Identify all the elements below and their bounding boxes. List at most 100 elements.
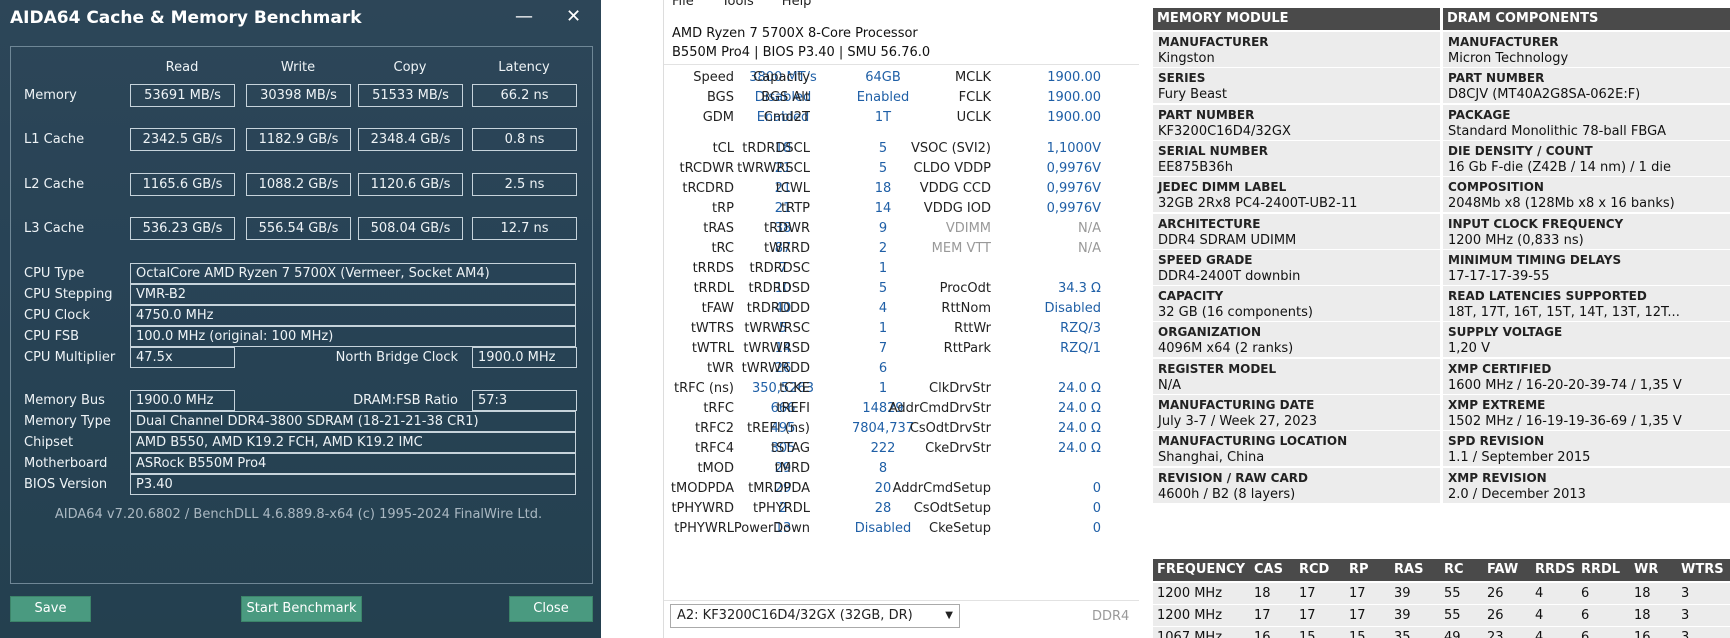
module-select-value: A2: KF3200C16D4/32GX (32GB, DR) (677, 608, 913, 623)
spd-field-key: PART NUMBER (1158, 107, 1255, 122)
spd-field-key: MANUFACTURER (1448, 35, 1559, 49)
timing-value: 34.3 Ω (1057, 281, 1101, 296)
timing-value: 0 (1092, 501, 1101, 516)
table-cell: 49 (1444, 630, 1461, 638)
timing-label: VDDG IOD (923, 201, 991, 216)
timing-label: tRDRDSC (749, 261, 810, 276)
table-column-header: FAW (1487, 562, 1519, 577)
spd-field-value: Fury Beast (1158, 87, 1227, 103)
spd-field-value: EE875B36h (1158, 159, 1233, 175)
minimize-icon[interactable]: — (515, 6, 533, 27)
window-title: AIDA64 Cache & Memory Benchmark (10, 8, 362, 28)
module-select[interactable]: A2: KF3200C16D4/32GX (32GB, DR) ▼ (670, 604, 960, 628)
bench-value: 30398 MB/s (246, 84, 351, 107)
system-info: AMD Ryzen 7 5700X 8-Core Processor B550M… (672, 24, 930, 62)
bench-row-label: Memory (24, 88, 77, 103)
timing-label: MCLK (954, 70, 991, 85)
spd-field-value: KF3200C16D4/32GX (1158, 123, 1291, 139)
timing-label: tWRWRSC (744, 321, 810, 336)
chipset-value: AMD B550, AMD K19.2 FCH, AMD K19.2 IMC (130, 432, 576, 453)
bench-value: 1165.6 GB/s (130, 173, 235, 196)
spd-field-value: 32 GB (16 components) (1158, 305, 1313, 321)
dram-components-header: DRAM COMPONENTS (1443, 8, 1730, 30)
cpu-stepping-value: VMR-B2 (130, 284, 576, 305)
timing-value: 1 (878, 261, 888, 276)
timing-value: 24.0 Ω (1057, 381, 1101, 396)
spd-field: XMP CERTIFIED 1600 MHz / 16-20-20-39-74 /… (1443, 358, 1730, 394)
table-cell: 26 (1487, 608, 1504, 623)
cpu-clock-label: CPU Clock (24, 308, 90, 323)
spd-field: XMP REVISION 2.0 / December 2013 (1443, 467, 1730, 503)
save-button[interactable]: Save (10, 596, 91, 622)
cpu-mult-label: CPU Multiplier (24, 350, 116, 365)
spd-field-value: 1502 MHz / 16-19-19-36-69 / 1,35 V (1448, 414, 1682, 429)
spd-field-value: 17-17-17-39-55 (1448, 268, 1550, 284)
spd-field-key: PART NUMBER (1448, 71, 1545, 86)
timing-value: 24.0 Ω (1057, 421, 1101, 436)
table-column-header: RCD (1299, 562, 1330, 577)
spd-field-key: DIE DENSITY / COUNT (1448, 143, 1593, 158)
spd-field-value: Standard Monolithic 78-ball FBGA (1448, 123, 1667, 139)
table-cell: 39 (1394, 608, 1411, 623)
spd-field: MANUFACTURING LOCATION Shanghai, China (1153, 431, 1440, 467)
table-column-header: RC (1444, 562, 1464, 577)
table-cell: 6 (1581, 586, 1590, 601)
zentimings-window: File Tools Help AMD Ryzen 7 5700X 8-Core P… (663, 0, 1139, 638)
close-button[interactable]: Close (509, 596, 593, 622)
mobo-label: Motherboard (24, 456, 108, 471)
start-benchmark-button[interactable]: Start Benchmark (241, 596, 362, 622)
bench-row-label: L1 Cache (24, 132, 85, 147)
spd-field: INPUT CLOCK FREQUENCY 1200 MHz (0,833 ns) (1443, 213, 1730, 249)
spd-field-value: 1.1 / September 2015 (1448, 450, 1591, 466)
menu-help[interactable]: Help (782, 0, 812, 8)
table-cell: 1067 MHz (1157, 630, 1223, 638)
menu-bar: File Tools Help (672, 0, 1132, 8)
bench-value: 12.7 ns (472, 217, 577, 240)
table-cell: 4 (1535, 586, 1544, 601)
spd-field: ORGANIZATION 4096M x64 (2 ranks) (1153, 322, 1440, 358)
bench-value: 53691 MB/s (130, 84, 235, 107)
cpu-clock-value: 4750.0 MHz (130, 305, 576, 326)
bench-value: 0.8 ns (472, 128, 577, 151)
table-cell: 18 (1634, 586, 1651, 601)
timing-value: 0,9976V (1046, 161, 1101, 176)
table-column-header: FREQUENCY (1157, 562, 1246, 577)
timing-value: N/A (1078, 221, 1101, 236)
spd-field-key: CAPACITY (1158, 289, 1224, 304)
table-cell: 6 (1581, 630, 1590, 638)
spd-field: PACKAGE Standard Monolithic 78-ball FBGA (1443, 104, 1730, 140)
spd-field-value: D8CJV (MT40A2G8SA-062E:F) (1448, 87, 1641, 103)
menu-file[interactable]: File (672, 0, 694, 8)
table-cell: 1200 MHz (1157, 608, 1223, 623)
table-cell: 18 (1254, 586, 1271, 601)
spd-field-key: INPUT CLOCK FREQUENCY (1448, 216, 1624, 231)
timing-value: 8 (878, 461, 888, 476)
spd-field-value: 4096M x64 (2 ranks) (1158, 341, 1294, 357)
timing-label: RttNom (941, 301, 991, 316)
mem-type-label: Memory Type (24, 414, 111, 429)
timing-label: tRTP (781, 201, 810, 216)
menu-tools[interactable]: Tools (722, 0, 754, 8)
timing-label: BGS Alt (761, 90, 810, 105)
close-icon[interactable]: ✕ (566, 6, 581, 27)
timing-label: CkeSetup (929, 521, 991, 536)
timing-value: 1900.00 (1047, 90, 1101, 105)
spd-field-value: DDR4 SDRAM UDIMM (1158, 232, 1297, 248)
spd-field-value: 2048Mb x8 (128Mb x8 x 16 banks) (1448, 196, 1675, 212)
spd-field-value: July 3-7 / Week 27, 2023 (1158, 414, 1318, 429)
table-cell: 17 (1254, 608, 1271, 623)
table-cell: 18 (1634, 608, 1651, 623)
timing-value: 6 (878, 361, 888, 376)
timing-label: RttPark (943, 341, 991, 356)
timing-label: RttWr (954, 321, 991, 336)
bench-value: 556.54 GB/s (246, 217, 351, 240)
spd-field-value: 4600h / B2 (8 layers) (1158, 486, 1296, 502)
spd-field: SERIAL NUMBER EE875B36h (1153, 140, 1440, 176)
spd-field: XMP EXTREME 1502 MHz / 16-19-19-36-69 / 1… (1443, 395, 1730, 430)
table-cell: 15 (1349, 630, 1366, 638)
bench-row-label: L3 Cache (24, 221, 85, 236)
spd-field-value: Shanghai, China (1158, 450, 1265, 466)
table-cell: 39 (1394, 586, 1411, 601)
spd-field: REVISION / RAW CARD 4600h / B2 (8 layers) (1153, 467, 1440, 503)
spd-field-key: SERIAL NUMBER (1158, 143, 1268, 158)
